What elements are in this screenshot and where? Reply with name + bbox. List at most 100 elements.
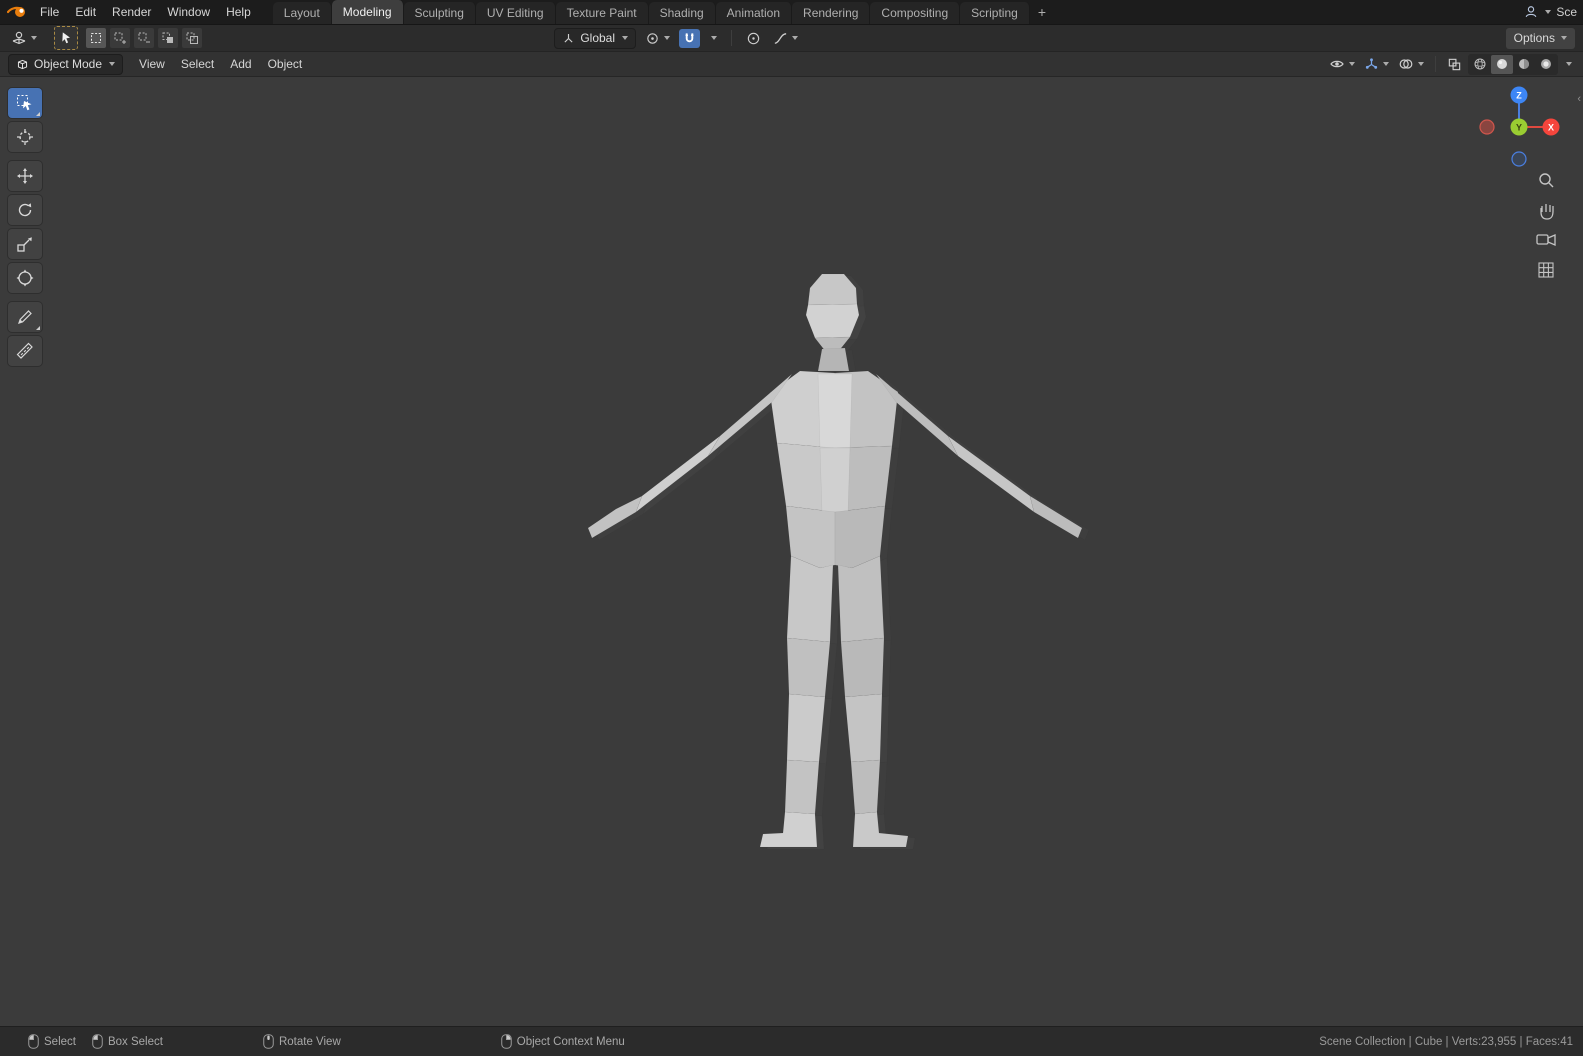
shading-wireframe-button[interactable] — [1469, 55, 1491, 74]
pivot-point-button[interactable] — [642, 29, 673, 48]
chevron-down-icon — [1545, 10, 1552, 14]
proportional-falloff-button[interactable] — [770, 29, 801, 48]
select-mode-set-button[interactable] — [86, 28, 106, 48]
human-model[interactable] — [587, 273, 1083, 848]
pan-hand-button[interactable] — [1540, 204, 1554, 220]
scale-icon — [17, 237, 32, 252]
snap-settings-button[interactable] — [706, 34, 720, 42]
gizmo-z-label: Z — [1516, 91, 1522, 101]
menu-item[interactable]: Edit — [67, 0, 104, 24]
magnet-icon — [685, 32, 694, 42]
workspace-tab[interactable]: Modeling — [331, 0, 404, 24]
xray-icon — [1448, 58, 1461, 70]
material-sphere-icon — [1519, 59, 1529, 69]
cursor-3d-icon — [17, 129, 33, 145]
tool-annotate[interactable] — [8, 302, 42, 332]
shading-rendered-button[interactable] — [1535, 55, 1557, 74]
orientation-value: Global — [580, 31, 615, 45]
menu-item[interactable]: File — [32, 0, 67, 24]
hint-box-select: Box Select — [92, 1034, 163, 1049]
chevron-down-icon — [622, 36, 628, 40]
menu-item[interactable]: View — [131, 52, 173, 76]
move-icon — [17, 168, 33, 184]
workspace-tab[interactable]: Sculpting — [403, 2, 476, 24]
scene-statistics: Scene Collection | Cube | Verts:23,955 |… — [1319, 1035, 1573, 1048]
separator — [1435, 56, 1436, 72]
tool-select-box[interactable] — [8, 88, 42, 118]
visibility-button[interactable] — [1326, 55, 1358, 73]
toggle-xray-button[interactable] — [1444, 55, 1465, 74]
menu-item[interactable]: Add — [222, 52, 259, 76]
wireframe-sphere-icon — [1474, 58, 1486, 70]
menu-item[interactable]: Render — [104, 0, 159, 24]
blender-logo-icon[interactable] — [6, 3, 28, 21]
zoom-button[interactable] — [1539, 173, 1554, 188]
sidebar-toggle[interactable]: ‹ — [1577, 93, 1581, 105]
transform-settings: Global — [554, 27, 801, 49]
tool-transform[interactable] — [8, 263, 42, 293]
pivot-icon — [647, 32, 658, 44]
gizmo-minus-x-ball[interactable] — [1479, 119, 1495, 135]
gizmo-minus-z-ball[interactable] — [1511, 151, 1527, 167]
tool-cursor[interactable] — [8, 122, 42, 152]
status-bar: Select Box Select Rotate View Object Con… — [0, 1026, 1583, 1056]
options-button[interactable]: Options — [1505, 27, 1575, 49]
active-tool-indicator[interactable] — [54, 26, 78, 50]
chevron-down-icon — [31, 36, 37, 40]
transform-icon — [16, 269, 34, 287]
proportional-editing-button[interactable] — [743, 29, 764, 48]
workspace-tab[interactable]: Texture Paint — [555, 2, 649, 24]
select-mode-group — [86, 28, 202, 48]
tool-measure[interactable] — [8, 336, 42, 366]
menu-item[interactable]: Window — [159, 0, 218, 24]
toggle-ortho-button[interactable] — [1538, 262, 1554, 278]
workspace-tab[interactable]: Compositing — [870, 2, 961, 24]
show-gizmo-button[interactable] — [1361, 55, 1392, 74]
camera-view-button[interactable] — [1536, 234, 1556, 246]
workspace-tab[interactable]: UV Editing — [475, 2, 556, 24]
chevron-down-icon — [1418, 62, 1424, 66]
mouse-middle-icon — [263, 1034, 274, 1049]
shading-material-button[interactable] — [1513, 55, 1535, 74]
workspace-tab[interactable]: Scripting — [960, 2, 1030, 24]
mode-dropdown[interactable]: Object Mode — [8, 53, 124, 75]
scene-icon — [1525, 6, 1537, 18]
tool-scale[interactable] — [8, 229, 42, 259]
mouse-left-drag-icon — [92, 1034, 103, 1049]
rendered-sphere-icon — [1541, 59, 1551, 69]
chevron-down-icon — [1560, 36, 1567, 40]
scene-selector[interactable]: Sce — [1516, 5, 1577, 19]
menu-item[interactable]: Select — [173, 52, 222, 76]
select-mode-invert-button[interactable] — [158, 28, 178, 48]
chevron-down-icon — [109, 62, 116, 66]
mouse-left-icon — [28, 1034, 39, 1049]
hint-select: Select — [28, 1034, 76, 1049]
menu-item[interactable]: Help — [218, 0, 259, 24]
overlays-button[interactable] — [1395, 55, 1427, 73]
workspace-tab[interactable]: Animation — [715, 2, 793, 24]
viewport-editor-icon — [12, 31, 26, 45]
add-workspace-button[interactable]: + — [1030, 0, 1054, 24]
tool-move[interactable] — [8, 161, 42, 191]
scene-name: Sce — [1556, 5, 1577, 19]
workspace-tab[interactable]: Shading — [648, 2, 716, 24]
workspace-tab[interactable]: Rendering — [792, 2, 871, 24]
editor-type-button[interactable] — [8, 28, 40, 48]
tool-rotate[interactable] — [8, 195, 42, 225]
viewport-display-controls — [1326, 53, 1575, 75]
transform-orientation-dropdown[interactable]: Global — [554, 27, 636, 49]
viewport-header: Object Mode View Select Add Object — [0, 52, 1583, 77]
viewport-canvas[interactable]: Z X Y — [0, 77, 1583, 1026]
workspace-tab[interactable]: Layout — [272, 2, 332, 24]
select-mode-extend-button[interactable] — [110, 28, 130, 48]
viewport-3d[interactable]: Z X Y ‹ — [0, 77, 1583, 1026]
shading-solid-button[interactable] — [1491, 54, 1513, 74]
shading-settings-button[interactable] — [1561, 60, 1575, 68]
select-mode-subtract-button[interactable] — [134, 28, 154, 48]
menu-item[interactable]: Object — [260, 52, 311, 76]
snap-toggle-button[interactable] — [679, 28, 700, 48]
select-mode-intersect-button[interactable] — [182, 28, 202, 48]
chevron-down-icon — [1383, 62, 1389, 66]
falloff-curve-icon — [774, 32, 787, 44]
viewport-navigation-gizmo[interactable]: Z X Y — [1479, 86, 1560, 167]
